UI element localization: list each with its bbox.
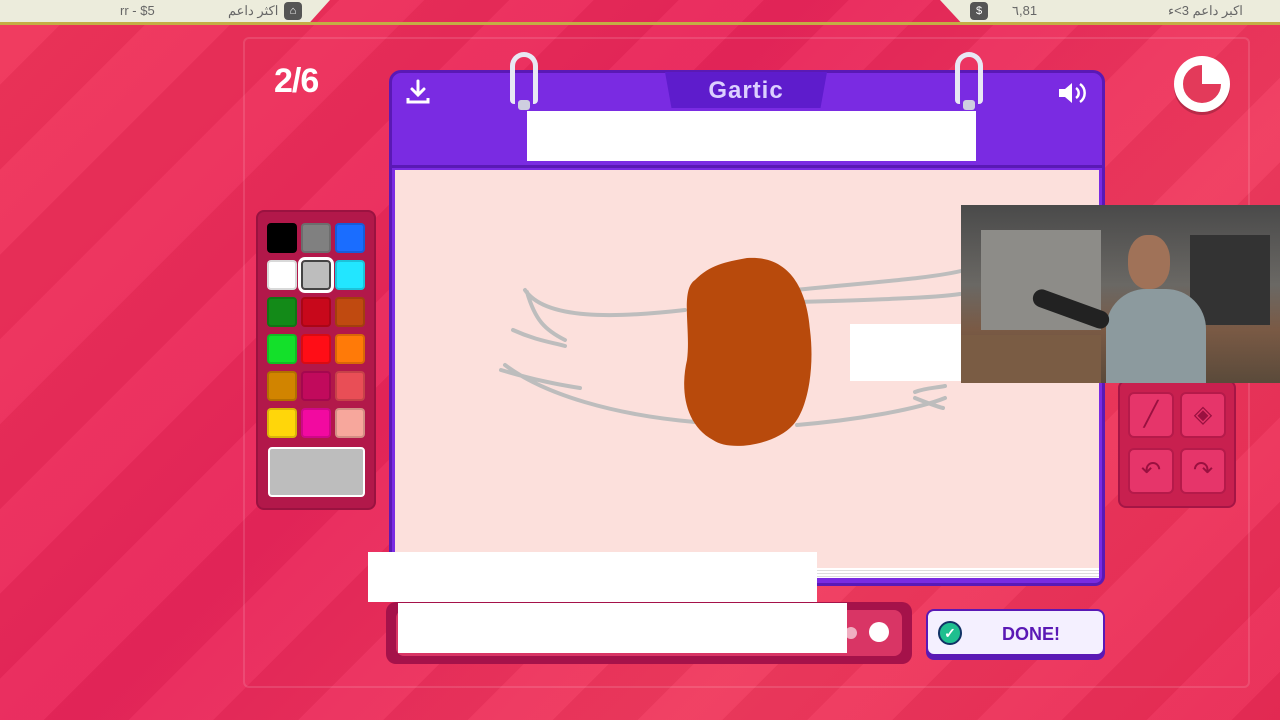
color-swatch[interactable] (335, 297, 365, 327)
webcam-body (1106, 289, 1206, 383)
color-swatch[interactable] (267, 334, 297, 364)
color-swatch[interactable] (335, 334, 365, 364)
fill-bucket-icon[interactable]: ◈ (1180, 392, 1226, 438)
color-swatch[interactable] (335, 408, 365, 438)
left-name: اكثر داعم (228, 3, 279, 18)
speaker-icon[interactable] (1057, 80, 1089, 113)
timer-dial (1180, 62, 1224, 106)
color-swatch[interactable] (335, 371, 365, 401)
gartic-logo: Gartic (665, 72, 827, 108)
color-swatch[interactable] (301, 223, 331, 253)
color-swatch[interactable] (335, 260, 365, 290)
timer-icon (1174, 56, 1230, 112)
color-swatch[interactable] (267, 260, 297, 290)
color-swatch[interactable] (335, 223, 365, 253)
color-swatch[interactable] (298, 257, 334, 293)
download-icon[interactable] (404, 78, 432, 113)
color-swatch[interactable] (301, 297, 331, 327)
check-icon: ✓ (938, 621, 962, 645)
webcam-overlay (961, 205, 1280, 383)
bottom-cover-2 (398, 603, 847, 653)
done-label: DONE! (1002, 624, 1060, 644)
brush-size-large[interactable] (869, 622, 889, 642)
redo-icon[interactable]: ↷ (1180, 448, 1226, 494)
top-bar-border (0, 22, 1280, 25)
color-swatch[interactable] (267, 223, 297, 253)
color-swatch[interactable] (267, 297, 297, 327)
right-amount: ٦,81 (1012, 3, 1038, 18)
brown-blob (684, 257, 812, 446)
current-color (268, 447, 365, 497)
binder-ring-left (510, 52, 538, 110)
color-swatch[interactable] (267, 408, 297, 438)
canvas-cover (850, 324, 965, 381)
color-swatch[interactable] (301, 371, 331, 401)
home-icon: ⌂ (284, 2, 302, 20)
left-amount: rr - $5 (120, 3, 155, 18)
undo-icon[interactable]: ↶ (1128, 448, 1174, 494)
done-button[interactable]: ✓ DONE! (926, 609, 1105, 656)
color-swatch[interactable] (301, 408, 331, 438)
right-name: اكبر داعم 3>ء (1168, 3, 1243, 18)
color-swatch[interactable] (301, 334, 331, 364)
binder-ring-right (955, 52, 983, 110)
round-counter: 2/6 (274, 62, 319, 100)
prompt-cover (527, 111, 976, 161)
top-bar-left (0, 0, 330, 22)
color-swatch[interactable] (267, 371, 297, 401)
line-icon[interactable]: ╱ (1128, 392, 1174, 438)
webcam-pillow (961, 335, 1101, 383)
webcam-head (1128, 235, 1170, 289)
top-bar: rr - $5 اكثر داعم ⌂ $ ٦,81 اكبر داعم 3>ء (0, 0, 1280, 25)
webcam-person (1106, 235, 1206, 383)
coin-bag-icon: $ (970, 2, 988, 20)
bottom-cover-1 (368, 552, 817, 602)
